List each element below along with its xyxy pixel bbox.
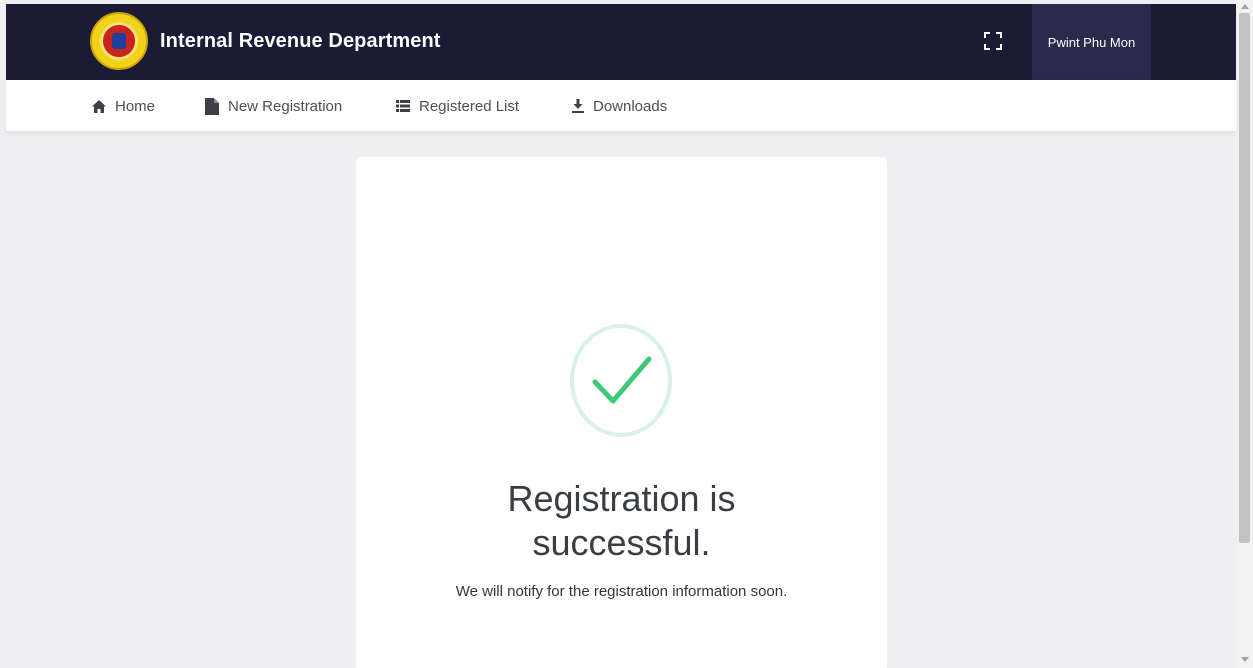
nav-item-downloads[interactable]: Downloads (572, 95, 667, 117)
nav-item-label: New Registration (228, 97, 343, 115)
home-icon (92, 99, 106, 113)
scroll-up-icon[interactable] (1241, 4, 1249, 9)
seal-core (112, 33, 126, 49)
page-scrollbar[interactable] (1236, 0, 1253, 668)
download-icon (572, 99, 584, 113)
nav-item-label: Downloads (593, 97, 668, 115)
main-navigation: Home New Registration Registered List Do… (6, 80, 1236, 132)
document-icon (205, 97, 219, 115)
success-title: Registration is successful. (507, 478, 736, 563)
scroll-down-icon[interactable] (1241, 657, 1249, 662)
nav-item-home[interactable]: Home (92, 95, 155, 117)
seal-ring (100, 22, 138, 60)
success-card: Registration is successful. We will noti… (356, 157, 887, 668)
list-icon (396, 100, 410, 112)
brand-title[interactable]: Internal Revenue Department (160, 30, 441, 53)
nav-item-label: Registered List (419, 97, 520, 115)
scroll-thumb[interactable] (1239, 13, 1250, 543)
nav-item-new-registration[interactable]: New Registration (205, 95, 342, 117)
checkmark-circle-icon (570, 324, 672, 437)
success-message: We will notify for the registration info… (455, 583, 788, 600)
nav-item-label: Home (115, 97, 156, 115)
fullscreen-icon[interactable] (984, 32, 1002, 50)
user-menu-button[interactable]: Pwint Phu Mon (1032, 4, 1151, 80)
top-header-bar: Internal Revenue Department Pwint Phu Mo… (6, 4, 1236, 80)
department-seal-icon[interactable] (90, 12, 148, 70)
user-name: Pwint Phu Mon (1047, 34, 1136, 50)
nav-item-registered-list[interactable]: Registered List (396, 95, 519, 117)
